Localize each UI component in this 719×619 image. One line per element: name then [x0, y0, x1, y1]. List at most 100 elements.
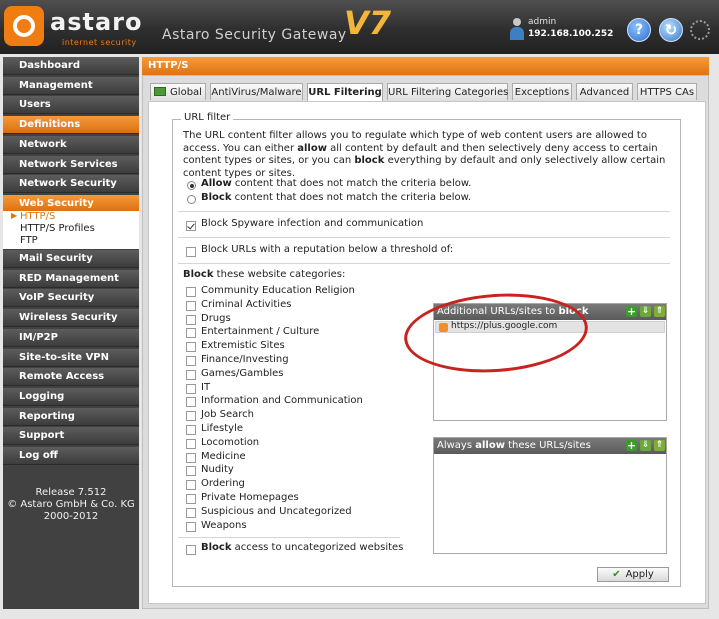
sidebar-item-definitions[interactable]: Definitions [3, 116, 139, 135]
intro-text: The URL content filter allows you to reg… [183, 130, 666, 179]
category-checkbox[interactable] [186, 425, 196, 435]
block-radio[interactable] [187, 195, 196, 204]
version-badge: V7 [344, 4, 392, 42]
tab-https-cas[interactable]: HTTPS CAs [637, 83, 697, 100]
category-label: Community Education Religion [201, 285, 355, 296]
sidebar-item-voip-security[interactable]: VoIP Security [3, 289, 139, 308]
sidebar-item-site-to-site-vpn[interactable]: Site-to-site VPN [3, 348, 139, 367]
web-security-submenu: ▶ HTTP/S HTTP/S Profiles FTP [3, 211, 139, 249]
app-window: astaro internet security Astaro Security… [0, 0, 719, 619]
block-spyware-checkbox[interactable] [186, 221, 196, 231]
allow-url-list-header: Always allow these URLs/sites + ⇓ ⇑ [434, 438, 666, 454]
block-radio-label: Block content that does not match the cr… [201, 192, 472, 203]
category-label: Job Search [201, 409, 254, 421]
import-icon[interactable]: ⇓ [640, 306, 651, 317]
category-label: Extremistic Sites [201, 340, 285, 352]
allow-radio-label: Allow content that does not match the cr… [201, 178, 472, 189]
category-label: Criminal Activities [201, 298, 292, 310]
categories-heading: Block these website categories: [183, 269, 346, 280]
block-uncategorized-label: Block access to uncategorized websites [201, 542, 404, 553]
reputation-checkbox[interactable] [186, 247, 196, 257]
sidebar-item-support[interactable]: Support [3, 427, 139, 446]
category-checkbox[interactable] [186, 466, 196, 477]
category-label: Nudity [201, 464, 234, 476]
reload-button[interactable]: ↻ [659, 18, 683, 42]
category-checkbox[interactable] [186, 314, 196, 325]
release-version: Release 7.512 [35, 487, 107, 498]
tab-antivirus-malware[interactable]: AntiVirus/Malware [210, 83, 303, 100]
category-checkbox[interactable] [186, 411, 196, 422]
divider [178, 263, 670, 264]
brand-name: astaro [50, 8, 143, 36]
import-icon[interactable]: ⇓ [640, 440, 651, 451]
sidebar-item-logging[interactable]: Logging [3, 387, 139, 406]
sidebar-item-im-p2p[interactable]: IM/P2P [3, 328, 139, 347]
tab-url-filtering-categories[interactable]: URL Filtering Categories [387, 83, 508, 100]
category-checkbox[interactable] [186, 342, 196, 353]
add-icon[interactable]: + [626, 306, 637, 317]
sidebar-item-reporting[interactable]: Reporting [3, 407, 139, 426]
allow-url-list[interactable]: Always allow these URLs/sites + ⇓ ⇑ [433, 437, 667, 554]
block-spyware-label: Block Spyware infection and communicatio… [201, 218, 424, 229]
sidebar-item-mail-security[interactable]: Mail Security [3, 250, 139, 268]
astaro-logo-mark-icon [4, 6, 44, 46]
allow-radio[interactable] [187, 181, 196, 190]
category-label: Finance/Investing [201, 354, 289, 365]
category-label: IT [201, 381, 211, 393]
reputation-label: Block URLs with a reputation below a thr… [201, 244, 454, 255]
sidebar-item-red-management[interactable]: RED Management [3, 269, 139, 288]
checkmark-icon: ✔ [612, 569, 621, 580]
copyright-years: 2000-2012 [43, 511, 99, 522]
category-checkbox[interactable] [186, 480, 196, 491]
sidebar-item-network-security[interactable]: Network Security [3, 175, 139, 194]
sidebar-item-dashboard[interactable]: Dashboard [3, 57, 139, 75]
submenu-item-ftp[interactable]: FTP [20, 235, 38, 246]
sidebar: Dashboard Management Users Definitions N… [3, 57, 139, 609]
fieldset-legend: URL filter [181, 112, 234, 123]
sidebar-item-management[interactable]: Management [3, 76, 139, 95]
sidebar-item-log-off[interactable]: Log off [3, 447, 139, 465]
category-label: Information and Communication [201, 395, 363, 407]
category-checkbox[interactable] [186, 507, 196, 518]
tab-global[interactable]: Global [150, 83, 206, 100]
brand-tagline: internet security [62, 38, 137, 47]
release-info: Release 7.512 © Astaro GmbH & Co. KG 200… [3, 487, 139, 523]
sidebar-item-users[interactable]: Users [3, 96, 139, 115]
sidebar-item-wireless-security[interactable]: Wireless Security [3, 309, 139, 328]
export-icon[interactable]: ⇑ [654, 440, 665, 451]
apply-button[interactable]: ✔ Apply [597, 567, 669, 582]
category-checkbox[interactable] [186, 328, 196, 339]
tab-url-filtering[interactable]: URL Filtering [307, 83, 383, 102]
category-checkbox[interactable] [186, 300, 196, 311]
sidebar-item-network-services[interactable]: Network Services [3, 155, 139, 174]
submenu-item-https-profiles[interactable]: HTTP/S Profiles [20, 223, 95, 234]
category-label: Weapons [201, 519, 247, 531]
category-label: Ordering [201, 478, 245, 490]
category-checkbox[interactable] [186, 369, 196, 380]
page-title: HTTP/S [142, 57, 709, 75]
category-checkbox[interactable] [186, 383, 196, 394]
tab-advanced[interactable]: Advanced [576, 83, 633, 100]
activity-indicator-icon [690, 20, 710, 40]
category-checkbox[interactable] [186, 356, 196, 366]
block-uncategorized-checkbox[interactable] [186, 545, 196, 555]
category-checkbox[interactable] [186, 521, 196, 532]
help-button[interactable]: ? [627, 18, 651, 42]
tab-exceptions[interactable]: Exceptions [512, 83, 572, 100]
sidebar-item-remote-access[interactable]: Remote Access [3, 368, 139, 387]
category-checkbox[interactable] [186, 494, 196, 504]
sidebar-item-network[interactable]: Network [3, 135, 139, 154]
submenu-item-https[interactable]: HTTP/S [20, 211, 55, 222]
active-arrow-icon: ▶ [11, 211, 18, 220]
category-checkbox[interactable] [186, 452, 196, 463]
category-checkbox[interactable] [186, 397, 196, 408]
category-label: Suspicious and Uncategorized [201, 505, 352, 517]
divider [178, 211, 670, 212]
add-icon[interactable]: + [626, 440, 637, 451]
export-icon[interactable]: ⇑ [654, 306, 665, 317]
category-checkbox[interactable] [186, 287, 196, 297]
category-label: Entertainment / Culture [201, 326, 320, 338]
category-label: Locomotion [201, 436, 260, 448]
category-checkbox[interactable] [186, 438, 196, 449]
user-name: admin [528, 17, 557, 27]
